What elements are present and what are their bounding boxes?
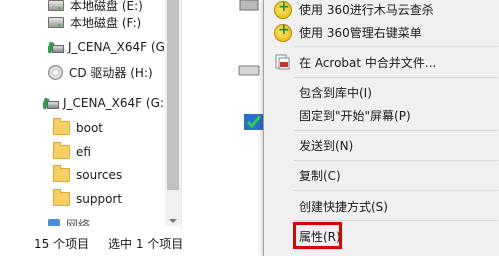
tree-item-network-drive-g[interactable]: J_CENA_X64F (G:) <box>48 36 165 58</box>
tree-item-network[interactable]: 网络 <box>48 216 90 226</box>
drive-icon <box>48 0 64 11</box>
360-icon <box>274 22 292 42</box>
windows-drive-icon[interactable] <box>238 0 260 14</box>
tree-item-folder-support[interactable]: support <box>53 188 122 210</box>
menu-item-acrobat-combine[interactable]: 在 Acrobat 中合并文件... <box>264 51 499 73</box>
folder-icon <box>53 142 70 159</box>
selection-count: 选中 1 个项目 <box>108 237 184 251</box>
item-count: 15 个项目 <box>34 237 90 251</box>
menu-item-label: 复制(C) <box>299 168 341 183</box>
tree-item-label: J_CENA_X64F (G:) <box>63 96 165 110</box>
menu-separator <box>294 77 498 78</box>
tree-item-label: 网络 <box>66 218 91 226</box>
menu-item-pin-to-start[interactable]: 固定到"开始"屏幕(P) <box>264 104 499 126</box>
tree-item-label: CD 驱动器 (H:) <box>69 65 153 80</box>
menu-item-label: 固定到"开始"屏幕(P) <box>299 108 411 123</box>
menu-item-label: 创建快捷方式(S) <box>299 199 388 214</box>
tree-item-label: support <box>76 192 123 206</box>
menu-separator <box>294 130 498 131</box>
drive-icon <box>48 16 64 28</box>
menu-item-label: 使用 360管理右键菜单 <box>299 25 422 40</box>
tree-item-folder-efi[interactable]: efi <box>53 141 91 163</box>
menu-item-properties[interactable]: 属性(R) <box>264 225 499 247</box>
menu-item-create-shortcut[interactable]: 创建快捷方式(S) <box>264 195 499 217</box>
menu-item-label: 使用 360进行木马云查杀 <box>299 2 434 17</box>
360-icon <box>274 0 292 19</box>
acrobat-pdf-icon <box>275 54 290 70</box>
folder-icon <box>53 118 70 135</box>
tree-scrollbar[interactable] <box>165 0 181 226</box>
scroll-down-arrow-icon[interactable] <box>169 219 177 223</box>
folder-icon <box>53 165 70 182</box>
cd-drive-icon <box>48 64 63 80</box>
tree-item-folder-boot[interactable]: boot <box>53 117 103 139</box>
menu-item-label: 包含到库中(I) <box>299 85 372 100</box>
network-drive-icon[interactable] <box>242 108 263 132</box>
status-bar: 15 个项目 选中 1 个项目 <box>0 230 263 256</box>
folder-icon <box>53 189 70 206</box>
menu-item-label: 在 Acrobat 中合并文件... <box>299 55 437 70</box>
menu-item-360-scan[interactable]: 使用 360进行木马云查杀 <box>264 0 499 20</box>
network-drive-icon <box>43 97 59 110</box>
navigation-pane: 本地磁盘 (E:) 本地磁盘 (F:) J_CENA_X64F (G:) CD … <box>0 0 165 226</box>
content-pane <box>182 0 263 230</box>
menu-item-copy[interactable]: 复制(C) <box>264 164 499 186</box>
tree-item-label: boot <box>76 121 104 135</box>
menu-separator <box>294 190 498 191</box>
menu-item-360-manage[interactable]: 使用 360管理右键菜单 <box>264 21 499 43</box>
tree-item-label: efi <box>76 145 91 159</box>
tree-item-label: J_CENA_X64F (G:) <box>68 40 165 54</box>
drive-icon[interactable] <box>238 62 260 78</box>
menu-separator <box>294 46 498 47</box>
tree-item-cd-drive-h[interactable]: CD 驱动器 (H:) <box>48 61 153 83</box>
menu-item-label: 发送到(N) <box>299 138 354 153</box>
menu-item-label: 属性(R) <box>299 229 341 244</box>
menu-item-include-in-library[interactable]: 包含到库中(I) <box>264 81 499 103</box>
tree-item-network-drive-g-root[interactable]: J_CENA_X64F (G:) <box>43 92 165 114</box>
menu-separator <box>294 220 498 221</box>
network-icon <box>48 219 60 226</box>
context-menu: 使用 360进行木马云查杀 使用 360管理右键菜单 在 Acrobat 中合并… <box>263 0 499 256</box>
tree-item-label: sources <box>76 168 123 182</box>
menu-item-send-to[interactable]: 发送到(N) <box>264 134 499 156</box>
tree-item-drive-f[interactable]: 本地磁盘 (F:) <box>48 11 141 33</box>
tree-item-label: 本地磁盘 (F:) <box>70 15 142 30</box>
tree-item-folder-sources[interactable]: sources <box>53 164 122 186</box>
scrollbar-thumb[interactable] <box>167 0 179 190</box>
network-drive-icon <box>48 41 64 54</box>
menu-separator <box>294 160 498 161</box>
